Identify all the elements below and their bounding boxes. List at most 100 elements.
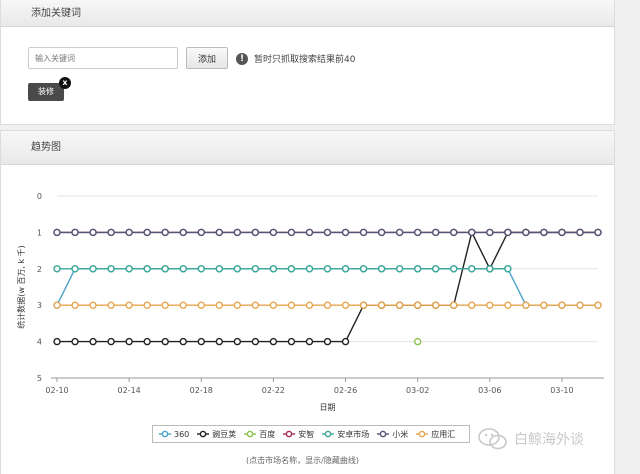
y-tick-label: 4 xyxy=(37,338,42,347)
data-point xyxy=(323,228,332,237)
data-point xyxy=(395,265,404,273)
data-point xyxy=(89,337,97,346)
series-应用汇 xyxy=(53,301,602,309)
legend-item[interactable]: 豌豆荚 xyxy=(197,429,236,440)
data-point xyxy=(107,301,115,309)
data-point xyxy=(233,301,242,309)
data-point xyxy=(53,265,61,273)
legend-label: 小米 xyxy=(392,429,409,439)
data-point xyxy=(558,228,566,237)
data-point xyxy=(215,301,224,309)
data-point xyxy=(522,228,530,237)
data-point xyxy=(341,337,350,346)
data-point xyxy=(558,301,566,309)
data-point xyxy=(594,301,602,309)
legend-marker-icon xyxy=(416,430,429,438)
y-tick-label: 3 xyxy=(37,301,42,310)
data-point xyxy=(215,265,224,273)
data-point xyxy=(89,228,97,237)
data-point xyxy=(432,301,440,309)
series-小米 xyxy=(53,228,602,237)
data-point xyxy=(71,265,79,273)
data-point xyxy=(161,228,169,237)
data-point xyxy=(450,228,458,237)
legend-item[interactable]: 应用汇 xyxy=(416,429,455,440)
data-point xyxy=(377,228,386,237)
legend-item[interactable]: 百度 xyxy=(244,429,275,440)
legend-marker-icon xyxy=(377,430,390,438)
data-point xyxy=(197,301,205,309)
legend-marker-icon xyxy=(283,430,296,438)
data-point xyxy=(161,265,169,273)
data-point xyxy=(215,228,224,237)
legend-item[interactable]: 安卓市场 xyxy=(322,429,369,440)
data-point xyxy=(468,265,476,273)
data-point xyxy=(305,228,314,237)
legend-item[interactable]: 安智 xyxy=(283,429,314,440)
data-point xyxy=(197,228,205,237)
data-point xyxy=(71,337,79,346)
data-point xyxy=(197,265,205,273)
data-point xyxy=(89,301,97,309)
data-point xyxy=(179,301,187,309)
legend-marker-icon xyxy=(197,430,210,438)
data-point xyxy=(53,337,61,346)
data-point xyxy=(432,228,440,237)
data-point xyxy=(125,301,133,309)
data-point xyxy=(53,301,61,309)
data-point xyxy=(323,337,332,346)
data-point xyxy=(107,228,115,237)
data-point xyxy=(251,265,260,273)
legend-label: 360 xyxy=(174,429,190,439)
data-point xyxy=(125,337,133,346)
data-point xyxy=(341,301,350,309)
data-point xyxy=(359,301,368,309)
data-point xyxy=(125,228,133,237)
series-安卓市场 xyxy=(53,265,512,273)
data-point xyxy=(432,265,440,273)
chart-legend[interactable]: 360 豌豆荚 百度 安智 安卓市场 小米 应用汇 xyxy=(152,425,471,443)
data-point xyxy=(107,265,115,273)
y-tick-label: 5 xyxy=(37,374,42,383)
data-point xyxy=(395,228,404,237)
legend-item[interactable]: 360 xyxy=(159,430,189,439)
legend-marker-icon xyxy=(244,430,257,438)
data-point xyxy=(143,228,151,237)
data-point xyxy=(251,228,260,237)
data-point xyxy=(125,265,133,273)
data-point xyxy=(540,228,548,237)
x-tick-label: 03-10 xyxy=(550,386,573,395)
y-tick-label: 2 xyxy=(37,265,42,274)
data-point xyxy=(287,301,296,309)
watermark-text: 白鲸海外谈 xyxy=(514,432,584,448)
trend-chart: 0 1 2 3 4 502-10 02-14 02-18 02-22 02-26 03-02 03-0… xyxy=(16,192,604,412)
data-point xyxy=(305,301,314,309)
data-point xyxy=(233,228,242,237)
legend-marker-icon xyxy=(322,430,335,438)
data-point xyxy=(143,265,151,273)
data-point xyxy=(305,337,314,346)
x-tick-label: 02-26 xyxy=(334,386,357,395)
data-point xyxy=(395,301,404,309)
legend-label: 豌豆荚 xyxy=(212,429,237,439)
legend-label: 百度 xyxy=(259,429,276,439)
data-point xyxy=(504,265,512,273)
data-point xyxy=(287,265,296,273)
x-tick-label: 02-22 xyxy=(262,386,285,395)
data-point xyxy=(179,228,187,237)
data-point xyxy=(341,228,350,237)
data-point xyxy=(594,228,602,237)
data-point xyxy=(179,337,187,346)
x-tick-label: 03-02 xyxy=(406,386,429,395)
data-point xyxy=(233,337,242,346)
data-point xyxy=(53,228,61,237)
data-point xyxy=(504,228,512,237)
legend-label: 应用汇 xyxy=(431,429,456,439)
data-point xyxy=(450,301,458,309)
y-tick-label: 1 xyxy=(37,228,42,237)
legend-label: 安卓市场 xyxy=(337,429,370,439)
data-point xyxy=(287,228,296,237)
legend-item[interactable]: 小米 xyxy=(377,429,408,440)
data-point xyxy=(576,228,584,237)
data-point xyxy=(413,265,422,273)
